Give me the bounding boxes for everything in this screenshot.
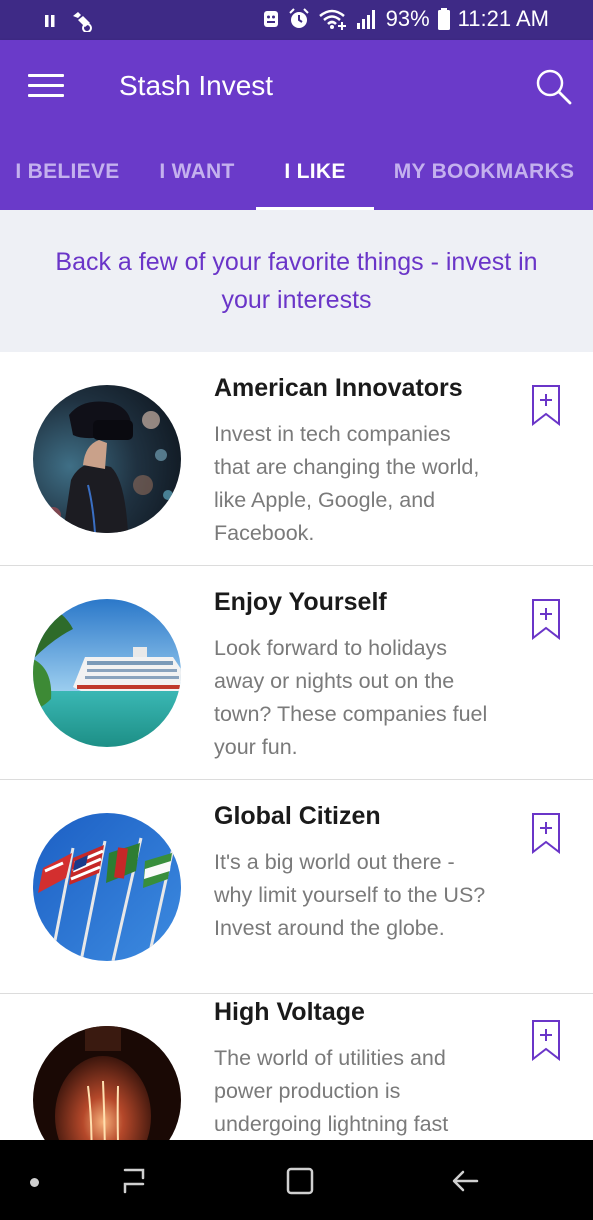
item-description: The world of utilities and power product… [214,1046,449,1136]
wifi-icon [318,9,346,30]
app-title: Stash Invest [119,70,274,101]
system-navigation-bar [0,1140,593,1220]
bookmark-add-icon[interactable] [530,812,562,854]
item-description: It's a big world out there - why limit y… [214,850,486,940]
tab-i-want[interactable]: I WANT [146,150,248,210]
battery-percent: 93% [385,6,430,31]
investment-list: American Innovators Invest in tech compa… [0,352,593,1140]
item-title: Global Citizen [214,802,381,830]
thumbnail-flags [33,813,181,961]
thumbnail-cruise-ship [33,599,181,747]
bookmark-add-icon[interactable] [530,1019,562,1061]
list-item[interactable]: American Innovators Invest in tech compa… [0,352,593,566]
list-item[interactable]: High Voltage The world of utilities and … [0,994,593,1140]
search-icon[interactable] [533,66,573,106]
android-icon [263,11,278,27]
bookmark-add-icon[interactable] [530,598,562,640]
bookmark-add-icon[interactable] [530,384,562,426]
clock: 11:21 AM [457,6,549,31]
status-bar: 93% 11:21 AM [0,0,593,40]
menu-line [28,74,64,77]
thumbnail-light-bulb [33,1026,181,1140]
list-item[interactable]: Global Citizen It's a big world out ther… [0,780,593,994]
tab-my-bookmarks[interactable]: MY BOOKMARKS [384,150,584,210]
item-title: Enjoy Yourself [214,588,387,616]
recent-apps-icon[interactable] [117,1164,151,1198]
banner-text: Back a few of your favorite things - inv… [55,248,538,314]
signal-icon [356,10,375,29]
status-left-icons [44,10,94,32]
item-description: Invest in tech companies that are changi… [214,422,480,545]
alarm-icon [288,8,309,28]
thumbnail-vr-headset-woman [33,385,181,533]
tab-i-believe[interactable]: I BELIEVE [0,150,135,210]
tab-i-like[interactable]: I LIKE [256,150,374,210]
app-bar: Stash Invest I BELIEVE I WANT I LIKE MY … [0,40,593,211]
intro-banner: Back a few of your favorite things - inv… [0,210,593,352]
item-description: Look forward to holidays away or nights … [214,636,488,759]
menu-line [28,94,64,97]
back-icon[interactable] [449,1164,483,1198]
wifi-calling-icon [73,12,92,32]
item-title: High Voltage [214,998,365,1026]
home-icon[interactable] [283,1164,317,1198]
battery-icon [437,8,450,30]
item-title: American Innovators [214,374,463,402]
list-item[interactable]: Enjoy Yourself Look forward to holidays … [0,566,593,780]
pause-icon [45,15,55,27]
menu-line [28,84,64,87]
status-right-icons: 93% 11:21 AM [262,6,549,32]
tab-bar: I BELIEVE I WANT I LIKE MY BOOKMARKS [0,150,593,211]
hamburger-menu-icon[interactable] [28,74,64,102]
nav-indicator-dot [30,1178,39,1187]
